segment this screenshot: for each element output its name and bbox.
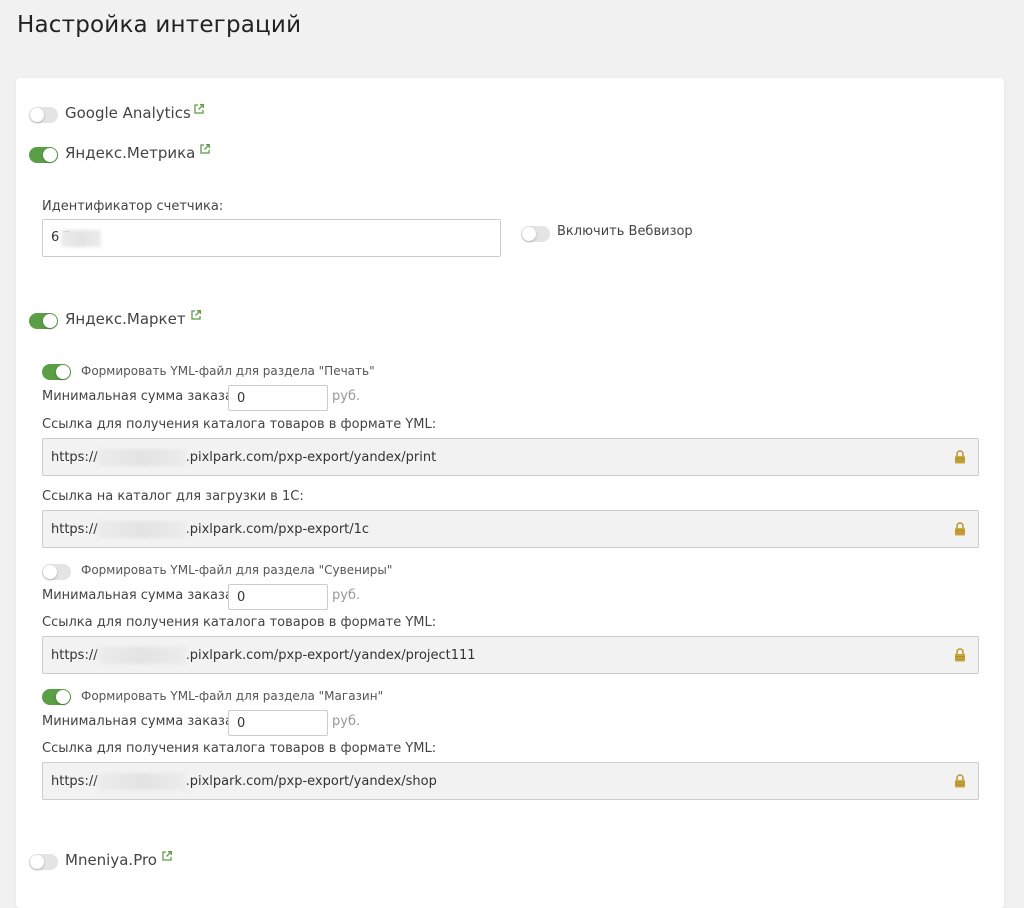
souvenirs-min-order-label: Минимальная сумма заказа: <box>42 588 238 603</box>
print-currency-label: руб. <box>332 389 361 404</box>
lock-icon <box>955 522 965 536</box>
yandex-metrika-toggle[interactable] <box>29 147 58 163</box>
print-1c-link-label: Ссылка на каталог для загрузки в 1С: <box>42 489 304 504</box>
print-yml-label: Формировать YML-файл для раздела "Печать… <box>81 364 375 378</box>
counter-id-input[interactable]: 6 2 <box>42 219 501 257</box>
mneniya-pro-row: Mneniya.Pro <box>65 851 172 869</box>
shop-yml-link-field[interactable]: https:// .pixlpark.com/pxp-export/yandex/… <box>42 762 979 800</box>
yandex-market-row: Яндекс.Маркет <box>65 310 201 328</box>
url-prefix: https:// <box>51 522 98 537</box>
shop-yml-link-label: Ссылка для получения каталога товаров в … <box>42 741 437 756</box>
souvenirs-yml-link-field[interactable]: https:// .pixlpark.com/pxp-export/yandex/… <box>42 636 979 674</box>
url-suffix: .pixlpark.com/pxp-export/yandex/shop <box>185 774 437 789</box>
mneniya-pro-toggle[interactable] <box>29 854 58 870</box>
url-suffix: .pixlpark.com/pxp-export/yandex/project1… <box>185 648 476 663</box>
print-yml-link-field[interactable]: https:// .pixlpark.com/pxp-export/yandex/… <box>42 438 979 476</box>
google-analytics-toggle[interactable] <box>29 107 58 123</box>
lock-icon <box>955 648 965 662</box>
google-analytics-label: Google Analytics <box>65 104 191 122</box>
print-yml-toggle[interactable] <box>42 364 71 380</box>
integrations-card: Google Analytics Яндекс.Метрика Идентифи… <box>16 78 1004 908</box>
mneniya-pro-label: Mneniya.Pro <box>65 851 157 869</box>
redacted-block <box>61 230 101 247</box>
webvisor-toggle[interactable] <box>521 226 550 242</box>
shop-min-order-input[interactable] <box>228 710 328 736</box>
souvenirs-yml-link-label: Ссылка для получения каталога товаров в … <box>42 615 437 630</box>
url-prefix: https:// <box>51 774 98 789</box>
souvenirs-yml-toggle[interactable] <box>42 564 71 580</box>
redacted-block <box>97 647 186 664</box>
url-prefix: https:// <box>51 450 98 465</box>
lock-icon <box>955 774 965 788</box>
url-prefix: https:// <box>51 648 98 663</box>
redacted-block <box>97 521 186 538</box>
lock-icon <box>955 450 965 464</box>
external-link-icon[interactable] <box>162 851 172 861</box>
google-analytics-row: Google Analytics <box>65 104 204 122</box>
print-yml-link-label: Ссылка для получения каталога товаров в … <box>42 417 437 432</box>
souvenirs-min-order-input[interactable] <box>228 584 328 610</box>
print-1c-link-field[interactable]: https:// .pixlpark.com/pxp-export/1c <box>42 510 979 548</box>
url-suffix: .pixlpark.com/pxp-export/1c <box>185 522 370 537</box>
counter-id-label: Идентификатор счетчика: <box>42 199 224 214</box>
shop-yml-toggle[interactable] <box>42 689 71 705</box>
webvisor-label: Включить Вебвизор <box>557 224 693 239</box>
yandex-market-toggle[interactable] <box>29 313 58 329</box>
external-link-icon[interactable] <box>200 144 211 154</box>
page-title: Настройка интеграций <box>17 12 302 38</box>
print-min-order-label: Минимальная сумма заказа: <box>42 389 238 404</box>
redacted-block <box>97 773 186 790</box>
souvenirs-yml-label: Формировать YML-файл для раздела "Сувени… <box>81 563 393 577</box>
shop-min-order-label: Минимальная сумма заказа: <box>42 714 238 729</box>
yandex-metrika-row: Яндекс.Метрика <box>65 144 211 162</box>
shop-yml-label: Формировать YML-файл для раздела "Магази… <box>81 689 384 703</box>
yandex-market-label: Яндекс.Маркет <box>65 310 186 328</box>
external-link-icon[interactable] <box>194 104 204 114</box>
shop-currency-label: руб. <box>332 714 361 729</box>
redacted-block <box>97 449 186 466</box>
yandex-metrika-label: Яндекс.Метрика <box>65 144 196 162</box>
print-min-order-input[interactable] <box>228 385 328 411</box>
url-suffix: .pixlpark.com/pxp-export/yandex/print <box>185 450 437 465</box>
souvenirs-currency-label: руб. <box>332 588 361 603</box>
external-link-icon[interactable] <box>190 310 201 320</box>
